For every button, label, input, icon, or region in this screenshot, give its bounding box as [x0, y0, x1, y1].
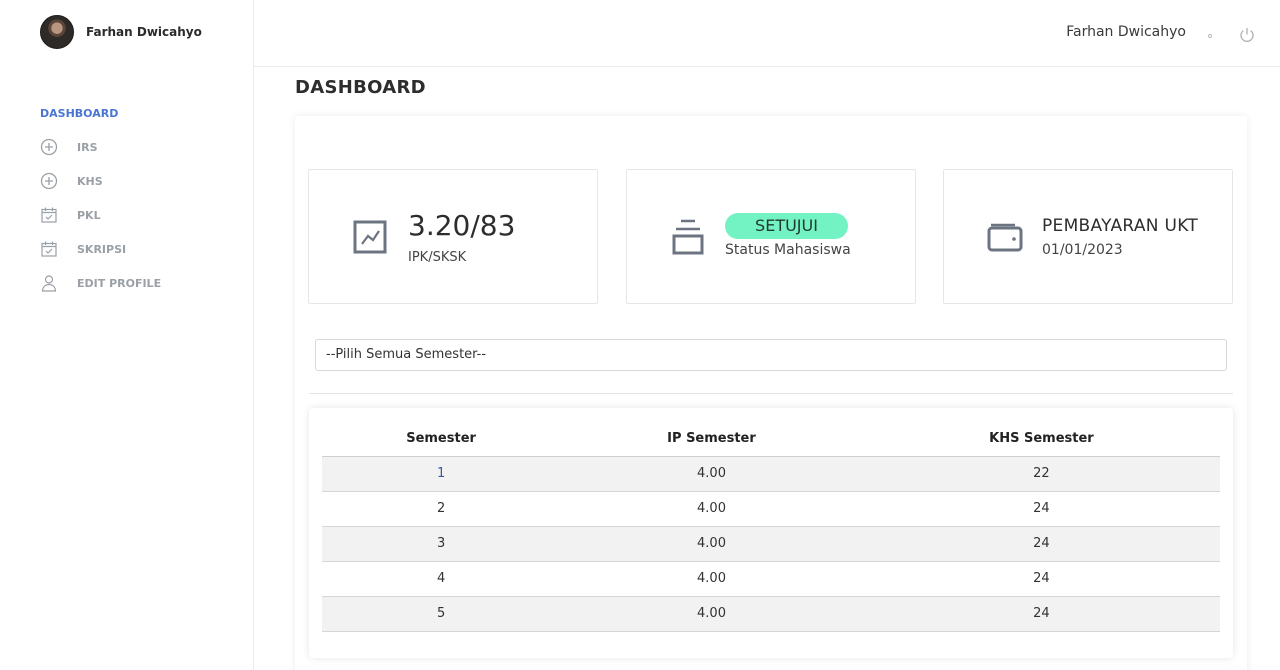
avatar: [40, 15, 74, 49]
semester-select[interactable]: --Pilih Semua Semester--: [315, 339, 1227, 371]
ipk-value: 3.20/83: [408, 209, 516, 242]
content-card: 3.20/83 IPK/SKSK SETUJUI Status Mahasisw…: [295, 116, 1247, 670]
status-dot-icon: [1208, 34, 1212, 38]
profile-name: Farhan Dwicahyo: [86, 25, 202, 39]
topbar-user-name[interactable]: Farhan Dwicahyo: [1066, 24, 1186, 40]
cell-khs: 22: [862, 456, 1220, 492]
semester-table: Semester IP Semester KHS Semester 1 4.00…: [322, 422, 1220, 632]
user-icon: [40, 273, 66, 293]
divider: [309, 393, 1233, 394]
cell-khs: 24: [862, 491, 1220, 527]
cell-semester: 4: [322, 561, 561, 597]
page-title: DASHBOARD: [295, 77, 426, 98]
table-row: 3 4.00 24: [322, 526, 1220, 562]
cell-semester: 2: [322, 491, 561, 527]
cell-semester: 5: [322, 596, 561, 632]
cell-khs: 24: [862, 596, 1220, 632]
cell-semester[interactable]: 1: [322, 456, 561, 492]
sidebar-profile[interactable]: Farhan Dwicahyo: [40, 15, 202, 49]
table-row: 4 4.00 24: [322, 561, 1220, 597]
sidebar: Farhan Dwicahyo DASHBOARD IRS KHS PKL SK…: [0, 0, 254, 670]
status-badge: SETUJUI: [725, 213, 848, 239]
wallet-icon: [987, 220, 1023, 256]
cell-semester: 3: [322, 526, 561, 562]
column-header-ip-semester: IP Semester: [560, 422, 863, 457]
calendar-check-icon: [40, 205, 66, 225]
semester-table-card: Semester IP Semester KHS Semester 1 4.00…: [309, 408, 1233, 658]
column-header-khs-semester: KHS Semester: [862, 422, 1220, 457]
cell-ip: 4.00: [560, 491, 863, 527]
ipk-card: 3.20/83 IPK/SKSK: [308, 169, 598, 304]
calendar-check-icon: [40, 239, 66, 259]
cell-khs: 24: [862, 526, 1220, 562]
table-row: 2 4.00 24: [322, 491, 1220, 527]
sidebar-item-label: PKL: [77, 208, 101, 222]
trend-chart-icon: [353, 219, 387, 259]
status-card: SETUJUI Status Mahasiswa: [626, 169, 916, 304]
sidebar-item-skripsi[interactable]: SKRIPSI: [40, 232, 161, 266]
sidebar-item-edit-profile[interactable]: EDIT PROFILE: [40, 266, 161, 300]
sidebar-nav: DASHBOARD IRS KHS PKL SKRIPSI EDIT PROFI…: [40, 104, 161, 300]
ukt-date: 01/01/2023: [1042, 242, 1123, 258]
sidebar-item-label: IRS: [77, 140, 98, 154]
cell-ip: 4.00: [560, 596, 863, 632]
sidebar-item-khs[interactable]: KHS: [40, 164, 161, 198]
archive-stack-icon: [671, 218, 705, 260]
table-header-row: Semester IP Semester KHS Semester: [322, 422, 1220, 457]
table-row: 5 4.00 24: [322, 596, 1220, 632]
sidebar-item-label: KHS: [77, 174, 103, 188]
status-label: Status Mahasiswa: [725, 242, 851, 258]
cell-ip: 4.00: [560, 456, 863, 492]
cell-khs: 24: [862, 561, 1220, 597]
topbar: Farhan Dwicahyo: [254, 0, 1280, 67]
ipk-label: IPK/SKSK: [408, 250, 467, 265]
app-root: Farhan Dwicahyo DASHBOARD IRS KHS PKL SK…: [0, 0, 1280, 670]
cell-ip: 4.00: [560, 526, 863, 562]
sidebar-item-label: SKRIPSI: [77, 242, 127, 256]
sidebar-item-label: EDIT PROFILE: [77, 276, 162, 290]
ukt-title: PEMBAYARAN UKT: [1042, 216, 1199, 236]
power-icon[interactable]: [1238, 26, 1256, 44]
ukt-card: PEMBAYARAN UKT 01/01/2023: [943, 169, 1233, 304]
cell-ip: 4.00: [560, 561, 863, 597]
sidebar-item-pkl[interactable]: PKL: [40, 198, 161, 232]
plus-circle-icon: [40, 171, 66, 191]
sidebar-item-irs[interactable]: IRS: [40, 130, 161, 164]
table-row: 1 4.00 22: [322, 456, 1220, 492]
plus-circle-icon: [40, 137, 66, 157]
sidebar-item-dashboard[interactable]: DASHBOARD: [40, 104, 161, 124]
column-header-semester: Semester: [322, 422, 561, 457]
